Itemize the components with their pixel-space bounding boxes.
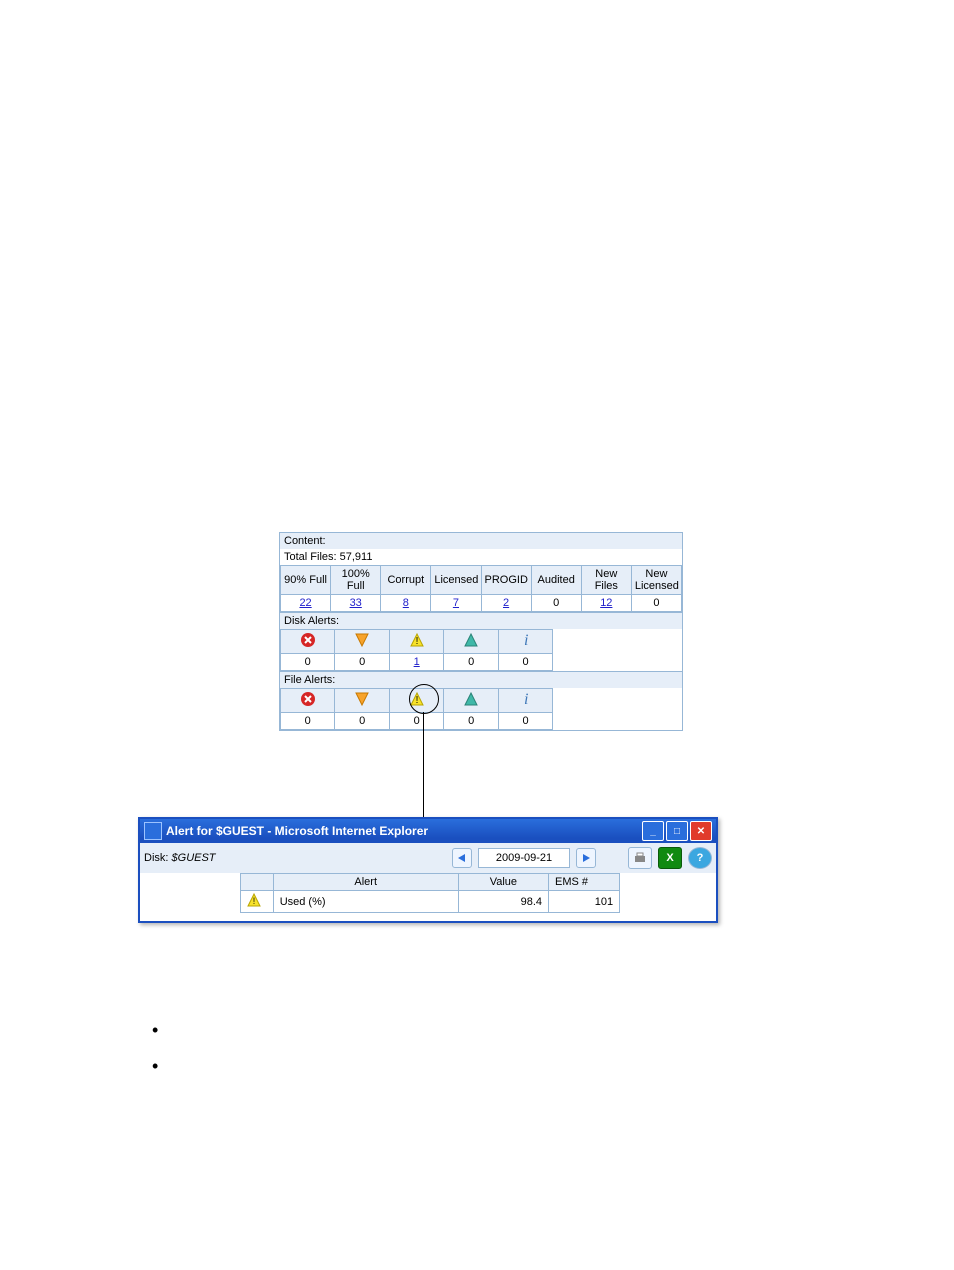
link-licensed[interactable]: 7 bbox=[453, 597, 459, 609]
error-icon bbox=[300, 691, 316, 710]
maximize-button[interactable]: □ bbox=[666, 821, 688, 841]
col-audited: Audited bbox=[531, 566, 581, 595]
bullet-1 bbox=[152, 1024, 164, 1036]
file-alert-1: 0 bbox=[359, 715, 365, 727]
disk-alert-1: 0 bbox=[359, 656, 365, 668]
next-day-button[interactable] bbox=[576, 848, 596, 868]
up-triangle-icon bbox=[463, 691, 479, 710]
export-excel-button[interactable]: X bbox=[658, 847, 682, 869]
val-new-lic: 0 bbox=[653, 597, 659, 609]
link-new-files[interactable]: 12 bbox=[600, 597, 612, 609]
warning-yellow-icon: ! bbox=[247, 893, 261, 910]
total-files: Total Files: 57,911 bbox=[280, 549, 682, 565]
alert-detail-table: Alert Value EMS # ! Used (%) 98.4 101 bbox=[240, 873, 620, 913]
minimize-button[interactable]: _ bbox=[642, 821, 664, 841]
svg-text:!: ! bbox=[415, 695, 418, 706]
disk-alerts-header: Disk Alerts: bbox=[280, 612, 682, 629]
alert-ems: 101 bbox=[549, 891, 620, 913]
file-alert-2: 0 bbox=[414, 715, 420, 727]
svg-text:!: ! bbox=[253, 896, 256, 906]
warning-orange-icon bbox=[354, 632, 370, 651]
svg-text:i: i bbox=[524, 691, 528, 707]
file-alert-0: 0 bbox=[305, 715, 311, 727]
col-corrupt: Corrupt bbox=[381, 566, 431, 595]
col-value: Value bbox=[458, 874, 548, 891]
disk-alert-3: 0 bbox=[468, 656, 474, 668]
col-alert: Alert bbox=[273, 874, 458, 891]
alert-name: Used (%) bbox=[273, 891, 458, 913]
prev-day-button[interactable] bbox=[452, 848, 472, 868]
info-icon: i bbox=[518, 632, 534, 651]
table-row[interactable]: ! Used (%) 98.4 101 bbox=[241, 891, 620, 913]
print-button[interactable] bbox=[628, 847, 652, 869]
col-icon bbox=[241, 874, 274, 891]
col-licensed: Licensed bbox=[431, 566, 481, 595]
content-table: 90% Full 100% Full Corrupt Licensed PROG… bbox=[280, 565, 682, 612]
date-input[interactable] bbox=[478, 848, 570, 868]
file-alert-4: 0 bbox=[523, 715, 529, 727]
error-icon bbox=[300, 632, 316, 651]
disk-alert-0: 0 bbox=[305, 656, 311, 668]
up-triangle-icon bbox=[463, 632, 479, 651]
val-audited: 0 bbox=[553, 597, 559, 609]
toolbar: Disk: $GUEST X ? bbox=[140, 843, 716, 873]
link-corrupt[interactable]: 8 bbox=[403, 597, 409, 609]
disk-alert-4: 0 bbox=[523, 656, 529, 668]
col-ems: EMS # bbox=[549, 874, 620, 891]
file-alert-3: 0 bbox=[468, 715, 474, 727]
bullet-2 bbox=[152, 1060, 164, 1072]
alert-popup: Alert for $GUEST - Microsoft Internet Ex… bbox=[138, 817, 718, 923]
link-100-full[interactable]: 33 bbox=[350, 597, 362, 609]
content-header: Content: bbox=[280, 533, 682, 549]
disk-content-panel: Content: Total Files: 57,911 90% Full 10… bbox=[279, 532, 683, 731]
disk-alerts-table: ! i 0 0 1 0 0 bbox=[280, 629, 553, 671]
disk-label: Disk: $GUEST bbox=[144, 852, 304, 864]
disk-alert-2-link[interactable]: 1 bbox=[414, 656, 420, 668]
warning-yellow-icon: ! bbox=[409, 632, 425, 651]
titlebar[interactable]: Alert for $GUEST - Microsoft Internet Ex… bbox=[140, 819, 716, 843]
help-button[interactable]: ? bbox=[688, 847, 712, 869]
col-progid: PROGID bbox=[481, 566, 531, 595]
ie-icon bbox=[144, 822, 162, 840]
file-alerts-header: File Alerts: bbox=[280, 671, 682, 688]
col-new-files: New Files bbox=[581, 566, 631, 595]
disk-name: $GUEST bbox=[172, 852, 216, 864]
col-90-full: 90% Full bbox=[281, 566, 331, 595]
warning-orange-icon bbox=[354, 691, 370, 710]
col-new-lic: New Licensed bbox=[631, 566, 681, 595]
close-button[interactable]: ✕ bbox=[690, 821, 712, 841]
info-icon: i bbox=[518, 691, 534, 710]
alert-value: 98.4 bbox=[458, 891, 548, 913]
svg-text:i: i bbox=[524, 632, 528, 648]
window-title: Alert for $GUEST - Microsoft Internet Ex… bbox=[166, 824, 428, 838]
link-90-full[interactable]: 22 bbox=[299, 597, 311, 609]
col-100-full: 100% Full bbox=[331, 566, 381, 595]
warning-yellow-icon: ! bbox=[409, 691, 425, 710]
link-progid[interactable]: 2 bbox=[503, 597, 509, 609]
file-alerts-table: ! i 0 0 0 0 0 bbox=[280, 688, 553, 730]
svg-text:!: ! bbox=[415, 636, 418, 647]
